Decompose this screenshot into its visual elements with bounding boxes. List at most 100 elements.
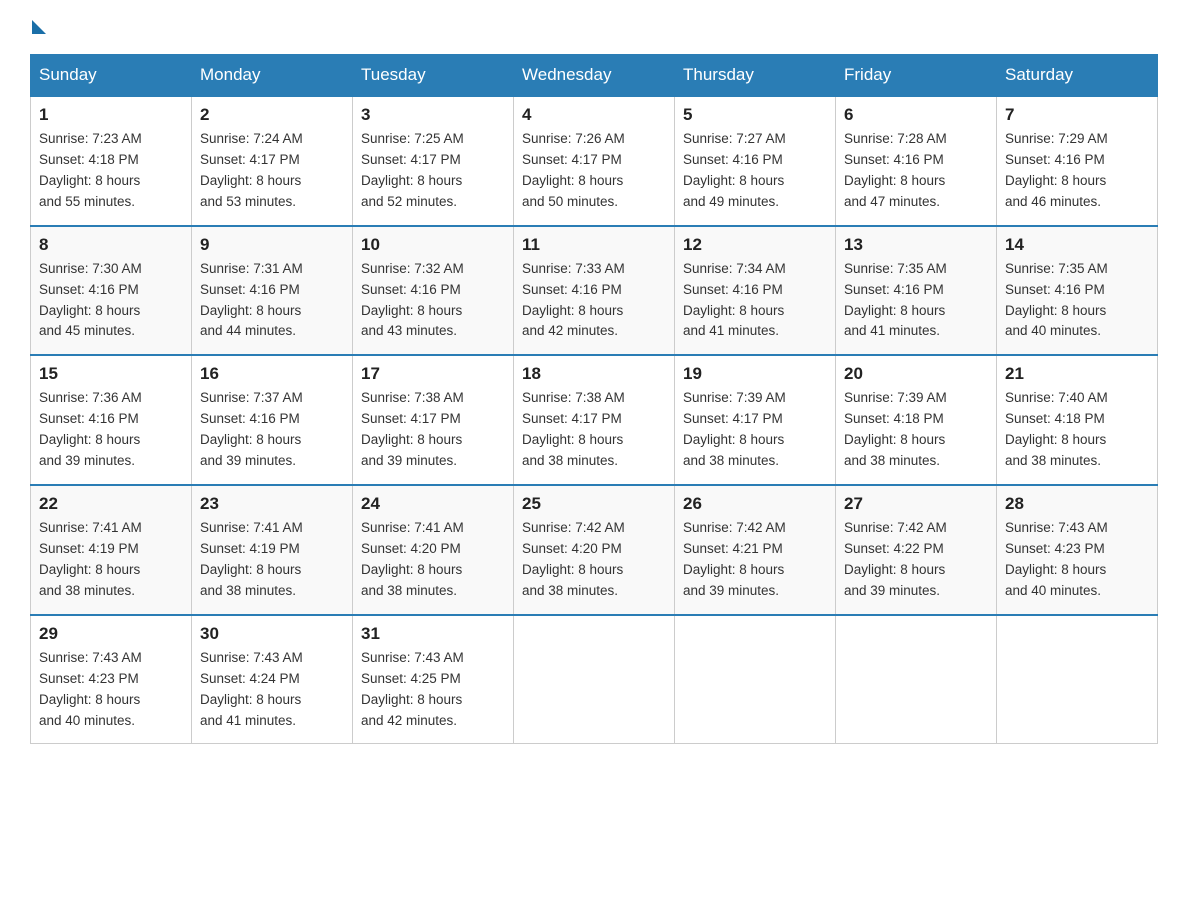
calendar-cell: 13 Sunrise: 7:35 AMSunset: 4:16 PMDayligh… (836, 226, 997, 356)
day-number: 25 (522, 494, 666, 514)
day-info: Sunrise: 7:34 AMSunset: 4:16 PMDaylight:… (683, 259, 827, 343)
calendar-cell: 22 Sunrise: 7:41 AMSunset: 4:19 PMDayligh… (31, 485, 192, 615)
calendar-cell: 1Sunrise: 7:23 AMSunset: 4:18 PMDaylight… (31, 96, 192, 226)
day-info: Sunrise: 7:39 AMSunset: 4:18 PMDaylight:… (844, 388, 988, 472)
calendar-cell: 25 Sunrise: 7:42 AMSunset: 4:20 PMDayligh… (514, 485, 675, 615)
day-number: 12 (683, 235, 827, 255)
day-number: 3 (361, 105, 505, 125)
day-number: 2 (200, 105, 344, 125)
calendar-cell: 17Sunrise: 7:38 AMSunset: 4:17 PMDayligh… (353, 355, 514, 485)
calendar-cell: 24 Sunrise: 7:41 AMSunset: 4:20 PMDayligh… (353, 485, 514, 615)
calendar-cell: 14 Sunrise: 7:35 AMSunset: 4:16 PMDayligh… (997, 226, 1158, 356)
col-wednesday: Wednesday (514, 55, 675, 97)
calendar-cell: 19 Sunrise: 7:39 AMSunset: 4:17 PMDayligh… (675, 355, 836, 485)
calendar-cell: 10 Sunrise: 7:32 AMSunset: 4:16 PMDayligh… (353, 226, 514, 356)
week-row-1: 1Sunrise: 7:23 AMSunset: 4:18 PMDaylight… (31, 96, 1158, 226)
day-number: 20 (844, 364, 988, 384)
logo (30, 20, 48, 34)
calendar-cell: 4 Sunrise: 7:26 AMSunset: 4:17 PMDaylight… (514, 96, 675, 226)
day-number: 4 (522, 105, 666, 125)
week-row-4: 22 Sunrise: 7:41 AMSunset: 4:19 PMDayligh… (31, 485, 1158, 615)
calendar-cell: 28 Sunrise: 7:43 AMSunset: 4:23 PMDayligh… (997, 485, 1158, 615)
calendar-cell: 7 Sunrise: 7:29 AMSunset: 4:16 PMDaylight… (997, 96, 1158, 226)
calendar-cell: 9 Sunrise: 7:31 AMSunset: 4:16 PMDaylight… (192, 226, 353, 356)
day-info: Sunrise: 7:28 AMSunset: 4:16 PMDaylight:… (844, 129, 988, 213)
day-info: Sunrise: 7:41 AMSunset: 4:19 PMDaylight:… (39, 518, 183, 602)
calendar-cell: 26 Sunrise: 7:42 AMSunset: 4:21 PMDayligh… (675, 485, 836, 615)
week-row-2: 8 Sunrise: 7:30 AMSunset: 4:16 PMDaylight… (31, 226, 1158, 356)
calendar-cell: 2 Sunrise: 7:24 AMSunset: 4:17 PMDaylight… (192, 96, 353, 226)
day-info: Sunrise: 7:25 AMSunset: 4:17 PMDaylight:… (361, 129, 505, 213)
day-number: 28 (1005, 494, 1149, 514)
calendar-cell: 12 Sunrise: 7:34 AMSunset: 4:16 PMDayligh… (675, 226, 836, 356)
header-row: Sunday Monday Tuesday Wednesday Thursday… (31, 55, 1158, 97)
day-number: 5 (683, 105, 827, 125)
day-info: Sunrise: 7:43 AMSunset: 4:23 PMDaylight:… (1005, 518, 1149, 602)
day-info: Sunrise: 7:29 AMSunset: 4:16 PMDaylight:… (1005, 129, 1149, 213)
day-number: 14 (1005, 235, 1149, 255)
calendar-cell: 11Sunrise: 7:33 AMSunset: 4:16 PMDayligh… (514, 226, 675, 356)
calendar-cell: 15 Sunrise: 7:36 AMSunset: 4:16 PMDayligh… (31, 355, 192, 485)
week-row-3: 15 Sunrise: 7:36 AMSunset: 4:16 PMDayligh… (31, 355, 1158, 485)
day-info: Sunrise: 7:43 AMSunset: 4:23 PMDaylight:… (39, 648, 183, 732)
calendar-cell: 29 Sunrise: 7:43 AMSunset: 4:23 PMDayligh… (31, 615, 192, 744)
day-number: 7 (1005, 105, 1149, 125)
day-number: 15 (39, 364, 183, 384)
day-number: 10 (361, 235, 505, 255)
day-info: Sunrise: 7:38 AMSunset: 4:17 PMDaylight:… (522, 388, 666, 472)
day-info: Sunrise: 7:31 AMSunset: 4:16 PMDaylight:… (200, 259, 344, 343)
day-info: Sunrise: 7:30 AMSunset: 4:16 PMDaylight:… (39, 259, 183, 343)
day-number: 21 (1005, 364, 1149, 384)
calendar-cell: 3 Sunrise: 7:25 AMSunset: 4:17 PMDaylight… (353, 96, 514, 226)
day-info: Sunrise: 7:43 AMSunset: 4:25 PMDaylight:… (361, 648, 505, 732)
day-info: Sunrise: 7:42 AMSunset: 4:21 PMDaylight:… (683, 518, 827, 602)
day-number: 6 (844, 105, 988, 125)
calendar-cell (997, 615, 1158, 744)
day-number: 9 (200, 235, 344, 255)
calendar-cell: 5 Sunrise: 7:27 AMSunset: 4:16 PMDaylight… (675, 96, 836, 226)
day-info: Sunrise: 7:42 AMSunset: 4:22 PMDaylight:… (844, 518, 988, 602)
day-number: 13 (844, 235, 988, 255)
day-info: Sunrise: 7:39 AMSunset: 4:17 PMDaylight:… (683, 388, 827, 472)
day-number: 18 (522, 364, 666, 384)
day-info: Sunrise: 7:38 AMSunset: 4:17 PMDaylight:… (361, 388, 505, 472)
col-tuesday: Tuesday (353, 55, 514, 97)
day-number: 24 (361, 494, 505, 514)
day-number: 22 (39, 494, 183, 514)
day-number: 1 (39, 105, 183, 125)
day-number: 19 (683, 364, 827, 384)
col-thursday: Thursday (675, 55, 836, 97)
day-info: Sunrise: 7:37 AMSunset: 4:16 PMDaylight:… (200, 388, 344, 472)
calendar-cell: 8 Sunrise: 7:30 AMSunset: 4:16 PMDaylight… (31, 226, 192, 356)
calendar-cell: 23Sunrise: 7:41 AMSunset: 4:19 PMDayligh… (192, 485, 353, 615)
day-number: 30 (200, 624, 344, 644)
calendar-cell: 30 Sunrise: 7:43 AMSunset: 4:24 PMDayligh… (192, 615, 353, 744)
calendar-table: Sunday Monday Tuesday Wednesday Thursday… (30, 54, 1158, 744)
calendar-cell: 31Sunrise: 7:43 AMSunset: 4:25 PMDayligh… (353, 615, 514, 744)
day-number: 29 (39, 624, 183, 644)
col-saturday: Saturday (997, 55, 1158, 97)
day-info: Sunrise: 7:40 AMSunset: 4:18 PMDaylight:… (1005, 388, 1149, 472)
calendar-cell: 27 Sunrise: 7:42 AMSunset: 4:22 PMDayligh… (836, 485, 997, 615)
day-info: Sunrise: 7:26 AMSunset: 4:17 PMDaylight:… (522, 129, 666, 213)
day-number: 23 (200, 494, 344, 514)
calendar-cell: 18 Sunrise: 7:38 AMSunset: 4:17 PMDayligh… (514, 355, 675, 485)
col-monday: Monday (192, 55, 353, 97)
day-number: 27 (844, 494, 988, 514)
day-info: Sunrise: 7:41 AMSunset: 4:20 PMDaylight:… (361, 518, 505, 602)
day-info: Sunrise: 7:35 AMSunset: 4:16 PMDaylight:… (844, 259, 988, 343)
day-info: Sunrise: 7:32 AMSunset: 4:16 PMDaylight:… (361, 259, 505, 343)
page-header (30, 20, 1158, 34)
day-info: Sunrise: 7:42 AMSunset: 4:20 PMDaylight:… (522, 518, 666, 602)
day-number: 26 (683, 494, 827, 514)
day-info: Sunrise: 7:33 AMSunset: 4:16 PMDaylight:… (522, 259, 666, 343)
day-info: Sunrise: 7:36 AMSunset: 4:16 PMDaylight:… (39, 388, 183, 472)
day-number: 8 (39, 235, 183, 255)
day-info: Sunrise: 7:24 AMSunset: 4:17 PMDaylight:… (200, 129, 344, 213)
col-sunday: Sunday (31, 55, 192, 97)
day-info: Sunrise: 7:35 AMSunset: 4:16 PMDaylight:… (1005, 259, 1149, 343)
calendar-cell: 21 Sunrise: 7:40 AMSunset: 4:18 PMDayligh… (997, 355, 1158, 485)
day-info: Sunrise: 7:27 AMSunset: 4:16 PMDaylight:… (683, 129, 827, 213)
day-info: Sunrise: 7:43 AMSunset: 4:24 PMDaylight:… (200, 648, 344, 732)
week-row-5: 29 Sunrise: 7:43 AMSunset: 4:23 PMDayligh… (31, 615, 1158, 744)
